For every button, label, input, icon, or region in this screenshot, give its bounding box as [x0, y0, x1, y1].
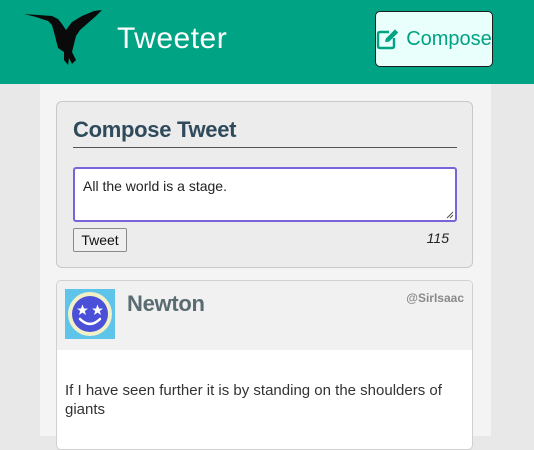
resize-grip-icon[interactable]	[446, 211, 454, 219]
tweet-text: If I have seen further it is by standing…	[65, 382, 442, 418]
tweet-input-value: All the world is a stage.	[83, 178, 227, 194]
top-nav-bar: Tweeter Compose	[0, 0, 534, 84]
edit-square-icon	[376, 29, 399, 50]
tweet-card: Newton @SirIsaac If I have seen further …	[56, 280, 473, 450]
compose-heading: Compose Tweet	[73, 117, 457, 148]
char-counter: 115	[426, 230, 449, 246]
author-name: Newton	[127, 291, 205, 316]
compose-panel: Compose Tweet All the world is a stage. …	[56, 101, 473, 268]
tweet-header: Newton @SirIsaac	[57, 281, 472, 350]
compose-button-label: Compose	[406, 27, 492, 50]
app-title: Tweeter	[117, 22, 228, 55]
compose-button[interactable]: Compose	[375, 11, 493, 67]
tweet-button[interactable]: Tweet	[73, 228, 127, 252]
author-handle: @SirIsaac	[406, 291, 464, 305]
star-eyes-smiley-icon	[65, 289, 115, 339]
hummingbird-icon	[24, 10, 102, 65]
main-content: Compose Tweet All the world is a stage. …	[40, 84, 491, 450]
tweet-input[interactable]: All the world is a stage.	[73, 167, 457, 222]
